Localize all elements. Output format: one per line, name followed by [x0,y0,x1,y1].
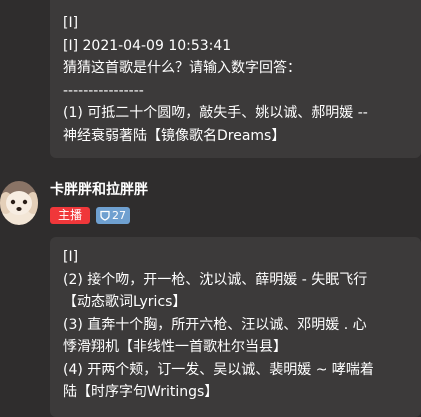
message-line: 悸滑翔机【非线性一首歌杜尔当县】 [63,339,287,355]
message-timestamp-line: [I] 2021-04-09 10:53:41 [63,37,232,54]
message-line: 猜猜这首歌是什么？请输入数字回答： [63,60,301,76]
message-line: (1) 可抵二十个圆吻，敲失手、姚以诚、郝明媛 -- [63,105,368,121]
sender-name[interactable]: 卡胖胖和拉胖胖 [50,180,148,200]
message-line: (3) 直奔十个胸，所开六枪、汪以诚、邓明媛 . 心 [63,316,367,333]
avatar[interactable] [0,181,38,225]
message-line: [I] [63,249,79,265]
message-line: 陆【时序字句Writings】 [63,384,219,400]
message-line: (2) 接个吻，开一枪、沈以诚、薛明媛 - 失眠飞行 [63,271,368,288]
host-badge: 主播 [50,207,90,224]
message-line: 【动态歌词Lyrics】 [63,294,187,310]
level-badge: 27 [96,207,130,224]
message-line: [I] [63,15,79,31]
message-divider-line: ---------------- [63,82,144,99]
dog-avatar-icon [0,181,38,225]
message-line: (4) 开两个颊，订一发、吴以诚、裴明媛 ~ 哮喘着 [63,361,374,378]
message-line: 神经衰弱著陆【镜像歌名Dreams】 [63,127,286,144]
level-shield-icon [100,210,110,221]
chat-message-bubble: [I] (2) 接个吻，开一枪、沈以诚、薛明媛 - 失眠飞行 【动态歌词Lyri… [50,237,421,417]
chat-message-bubble: [I] [I] 2021-04-09 10:53:41 猜猜这首歌是什么？请输入… [50,0,421,158]
level-number: 27 [112,209,126,222]
